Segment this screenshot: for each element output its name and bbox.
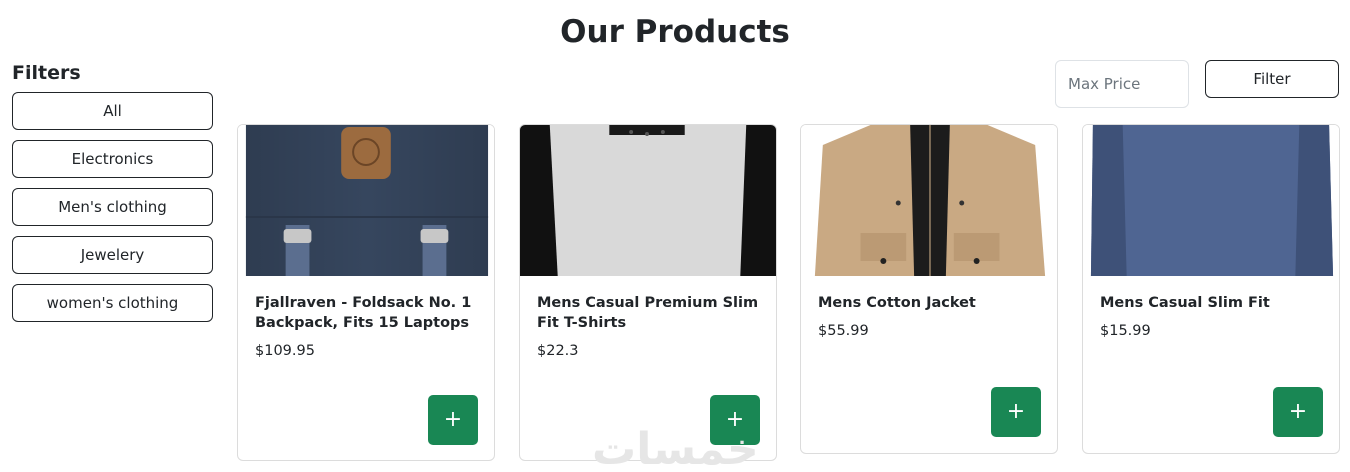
product-image-slim-fit xyxy=(1083,125,1339,276)
product-image-backpack xyxy=(238,125,494,276)
product-card: Mens Cotton Jacket $55.99 + xyxy=(800,124,1058,454)
max-price-input[interactable] xyxy=(1055,60,1189,108)
product-price: $15.99 xyxy=(1100,323,1151,339)
filters-sidebar: Filters All Electronics Men's clothing J… xyxy=(12,62,213,332)
product-price: $55.99 xyxy=(818,323,869,339)
add-to-cart-button[interactable]: + xyxy=(991,387,1041,437)
product-title[interactable]: Mens Cotton Jacket xyxy=(818,293,1040,313)
filter-womens-clothing-button[interactable]: women's clothing xyxy=(12,284,213,322)
product-card: Fjallraven - Foldsack No. 1 Backpack, Fi… xyxy=(237,124,495,461)
filter-submit-button[interactable]: Filter xyxy=(1205,60,1339,98)
product-image-tshirt xyxy=(520,125,776,276)
filter-jewelery-button[interactable]: Jewelery xyxy=(12,236,213,274)
filter-electronics-button[interactable]: Electronics xyxy=(12,140,213,178)
product-title[interactable]: Fjallraven - Foldsack No. 1 Backpack, Fi… xyxy=(255,293,477,333)
product-image-jacket xyxy=(801,125,1057,276)
product-price: $109.95 xyxy=(255,343,315,359)
product-title[interactable]: Mens Casual Slim Fit xyxy=(1100,293,1322,313)
product-title[interactable]: Mens Casual Premium Slim Fit T-Shirts xyxy=(537,293,759,333)
page-title: Our Products xyxy=(560,14,790,50)
filters-heading: Filters xyxy=(12,62,81,84)
product-card: Mens Casual Premium Slim Fit T-Shirts $2… xyxy=(519,124,777,461)
add-to-cart-button[interactable]: + xyxy=(1273,387,1323,437)
watermark: خمسات xyxy=(592,424,759,472)
filter-all-button[interactable]: All xyxy=(12,92,213,130)
filter-mens-clothing-button[interactable]: Men's clothing xyxy=(12,188,213,226)
add-to-cart-button[interactable]: + xyxy=(428,395,478,445)
product-card: Mens Casual Slim Fit $15.99 + xyxy=(1082,124,1340,454)
product-price: $22.3 xyxy=(537,343,579,359)
